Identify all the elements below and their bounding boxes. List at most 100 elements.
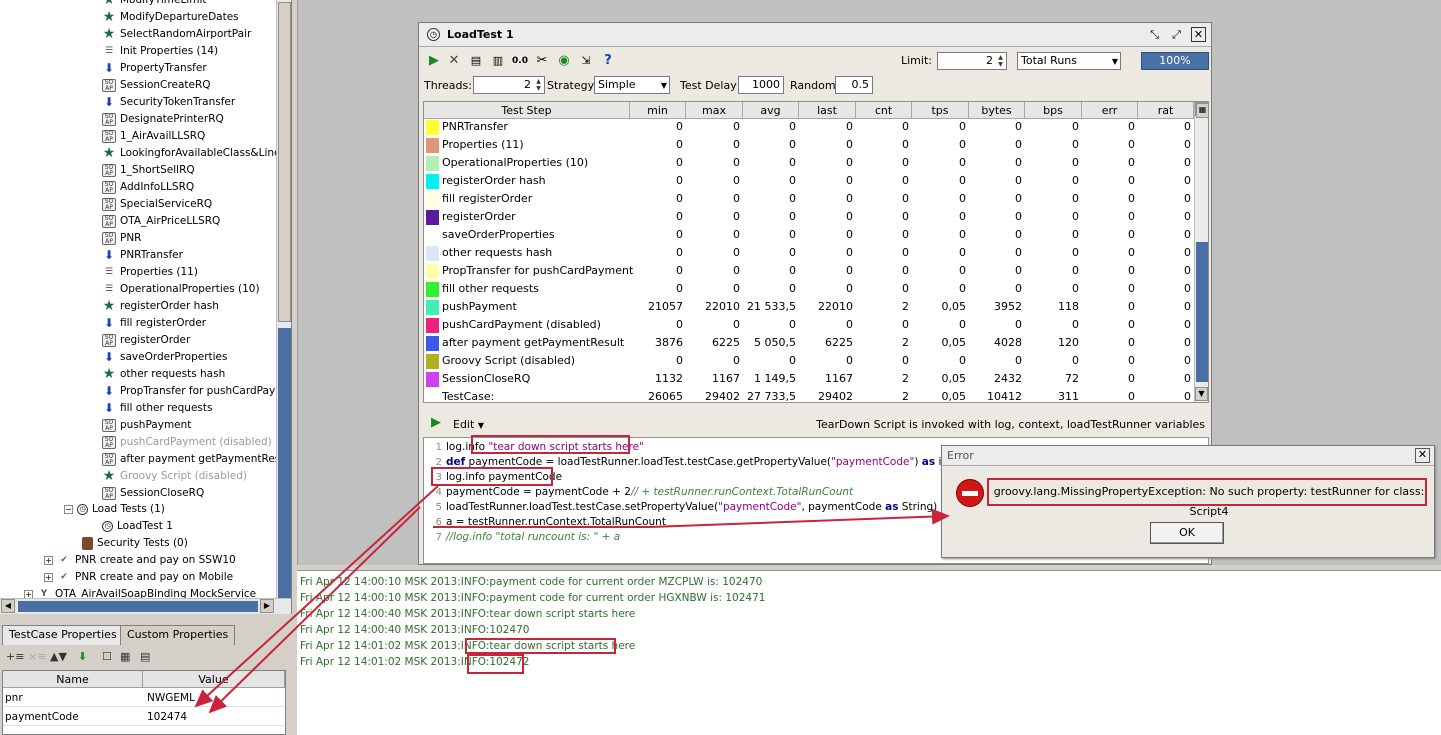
tree-item[interactable]: SO AP pushPayment	[102, 417, 191, 434]
tree-item[interactable]: SO AP 1_ShortSellRQ	[102, 162, 195, 179]
column-header[interactable]: rat	[1138, 102, 1194, 119]
navigator-horizontal-scrollbar[interactable]: ◀ ▶	[0, 598, 291, 614]
tree-item[interactable]: ☰ Init Properties (14)	[102, 43, 218, 60]
table-row[interactable]: saveOrderProperties 0 0 0 0 0 0 0 0 0 0	[424, 226, 1194, 244]
expand-icon[interactable]: +	[44, 572, 53, 582]
statistics-vertical-scrollbar[interactable]: ▲ ▼	[1194, 102, 1208, 402]
expand-icon[interactable]: +	[24, 589, 33, 598]
minimize-icon[interactable]: ⤡	[1147, 27, 1162, 42]
project-tree[interactable]: ★ ModifyTimeLimit ★ ModifyDepartureDates ★ Se…	[0, 0, 276, 598]
column-header[interactable]: Test Step	[424, 102, 630, 119]
tree-item[interactable]: ★ ModifyTimeLimit	[102, 0, 207, 9]
tree-item[interactable]: ★ ModifyDepartureDates	[102, 9, 239, 26]
tree-item[interactable]: Security Tests (0)	[82, 535, 188, 552]
tree-item[interactable]: ◷ LoadTest 1	[102, 518, 173, 535]
tree-item[interactable]: SO AP PNR	[102, 230, 141, 247]
tree-item[interactable]: SO AP SessionCloseRQ	[102, 485, 204, 502]
code-line[interactable]: paymentCode = paymentCode + 2// + testRu…	[446, 486, 853, 498]
close-icon[interactable]: ✕	[1191, 27, 1206, 42]
table-row[interactable]: registerOrder hash 0 0 0 0 0 0 0 0 0 0	[424, 172, 1194, 190]
scroll-thumb[interactable]	[1196, 242, 1208, 382]
history-icon[interactable]: ▥	[489, 53, 507, 69]
options-icon[interactable]: ✂	[533, 53, 551, 69]
property-value[interactable]: NWGEML	[145, 689, 195, 707]
table-row[interactable]: after payment getPaymentResult 3876 6225 5 …	[424, 334, 1194, 352]
tree-item[interactable]: ★ LookingforAvailableClass&Linenu	[102, 145, 276, 162]
tree-item[interactable]: − ◷ Load Tests (1)	[64, 501, 165, 518]
table-row[interactable]: registerOrder 0 0 0 0 0 0 0 0 0 0	[424, 208, 1194, 226]
tree-item[interactable]: SO AP 1_AirAvailLLSRQ	[102, 128, 205, 145]
tree-item[interactable]: SO AP registerOrder	[102, 332, 190, 349]
tree-item[interactable]: ⬇ SecurityTokenTransfer	[102, 94, 235, 111]
column-name[interactable]: Name	[3, 671, 143, 688]
tree-item[interactable]: ⬇ fill registerOrder	[102, 315, 206, 332]
table-row[interactable]: pnr NWGEML	[3, 689, 285, 707]
ok-button[interactable]: OK	[1150, 522, 1224, 544]
table-row[interactable]: fill registerOrder 0 0 0 0 0 0 0 0 0 0	[424, 190, 1194, 208]
strategy-select[interactable]: Simple ▼	[594, 76, 670, 94]
tree-item[interactable]: ⬇ PropertyTransfer	[102, 60, 207, 77]
scroll-left-arrow-icon[interactable]: ◀	[1, 599, 15, 613]
code-line[interactable]: a = testRunner.runContext.TotalRunCount	[446, 516, 666, 528]
navigator-vertical-scrollbar[interactable]	[276, 0, 291, 598]
tab-custom-properties[interactable]: Custom Properties	[120, 625, 236, 645]
table-row[interactable]: pushPayment 21057 22010 21 533,5 22010 2 0,05 3…	[424, 298, 1194, 316]
spinner-icon[interactable]: ▲ ▼	[534, 78, 543, 92]
column-header[interactable]: cnt	[856, 102, 912, 119]
column-header[interactable]: tps	[912, 102, 969, 119]
property-value[interactable]: 102474	[145, 708, 187, 726]
table-row[interactable]: Groovy Script (disabled) 0 0 0 0 0 0 0 0 0 0	[424, 352, 1194, 370]
scroll-thumb[interactable]	[18, 601, 258, 612]
column-header[interactable]: min	[630, 102, 686, 119]
column-header[interactable]: avg	[743, 102, 799, 119]
table-row[interactable]: TestCase: 26065 29402 27 733,5 29402 2 0,05 104…	[424, 388, 1194, 402]
tree-item[interactable]: SO AP DesignatePrinterRQ	[102, 111, 224, 128]
run-script-icon[interactable]: ▶	[427, 415, 445, 431]
table-row[interactable]: SessionCloseRQ 1132 1167 1 149,5 1167 2 0,05 24…	[424, 370, 1194, 388]
tree-item[interactable]: ☰ OperationalProperties (10)	[102, 281, 260, 298]
statistics-icon[interactable]: ▤	[467, 53, 485, 69]
column-header[interactable]: bytes	[969, 102, 1025, 119]
test-delay-input[interactable]: 1000	[738, 76, 784, 94]
tree-item[interactable]: ★ registerOrder hash	[102, 298, 219, 315]
tree-item[interactable]: ⬇ saveOrderProperties	[102, 349, 228, 366]
tree-item[interactable]: ⬇ PNRTransfer	[102, 247, 183, 264]
add-property-icon[interactable]: +≡	[6, 650, 24, 663]
tree-item[interactable]: SO AP OTA_AirPriceLLSRQ	[102, 213, 220, 230]
code-line[interactable]: //log.info "total runcount is: " + a	[446, 531, 620, 543]
export-icon[interactable]: ⇲	[577, 53, 595, 69]
expand-icon[interactable]: −	[64, 504, 73, 514]
column-header[interactable]: err	[1082, 102, 1138, 119]
column-header[interactable]: bps	[1025, 102, 1082, 119]
tree-item[interactable]: SO AP AddInfoLLSRQ	[102, 179, 194, 196]
table-row[interactable]: paymentCode 102474	[3, 708, 285, 726]
cancel-icon[interactable]: ✕	[445, 53, 463, 69]
table-row[interactable]: PropTransfer for pushCardPayment 0 0 0 0 0 0 0 0…	[424, 262, 1194, 280]
threads-input[interactable]: 2 ▲ ▼	[473, 76, 545, 94]
table-row[interactable]: OperationalProperties (10) 0 0 0 0 0 0 0 0 0 0	[424, 154, 1194, 172]
tree-item[interactable]: + ✔ PNR create and pay on Mobile	[44, 569, 233, 586]
limit-type-select[interactable]: Total Runs ▼	[1017, 52, 1121, 70]
tree-item[interactable]: ★ Groovy Script (disabled)	[102, 468, 247, 485]
close-icon[interactable]: ✕	[1415, 448, 1430, 463]
code-line[interactable]: loadTestRunner.loadTest.testCase.setProp…	[446, 501, 937, 513]
table-row[interactable]: fill other requests 0 0 0 0 0 0 0 0 0 0	[424, 280, 1194, 298]
scroll-down-arrow-icon[interactable]: ▼	[1195, 387, 1208, 401]
scroll-right-arrow-icon[interactable]: ▶	[260, 599, 274, 613]
column-chooser-icon[interactable]: ▦	[1196, 103, 1208, 118]
dialog-titlebar[interactable]: Error ✕	[942, 446, 1434, 466]
clear-icon[interactable]: ☐	[102, 650, 112, 663]
column-value[interactable]: Value	[143, 671, 285, 688]
tree-item[interactable]: ★ SelectRandomAirportPair	[102, 26, 252, 43]
tree-item[interactable]: ⬇ fill other requests	[102, 400, 213, 417]
move-down-icon[interactable]: ⬇	[78, 650, 87, 663]
expand-icon[interactable]: +	[44, 555, 53, 565]
table-row[interactable]: Properties (11) 0 0 0 0 0 0 0 0 0 0	[424, 136, 1194, 154]
tab-testcase-properties[interactable]: TestCase Properties	[2, 625, 124, 645]
spinner-icon[interactable]: ▲ ▼	[996, 54, 1005, 68]
table-row[interactable]: PNRTransfer 0 0 0 0 0 0 0 0 0 0	[424, 118, 1194, 136]
remove-property-icon[interactable]: ×≡	[28, 650, 46, 663]
tree-item[interactable]: + Y OTA_AirAvailSoapBinding MockService	[24, 586, 256, 598]
run-icon[interactable]: ▶	[425, 53, 443, 69]
assertions-icon[interactable]: ◉	[555, 53, 573, 69]
